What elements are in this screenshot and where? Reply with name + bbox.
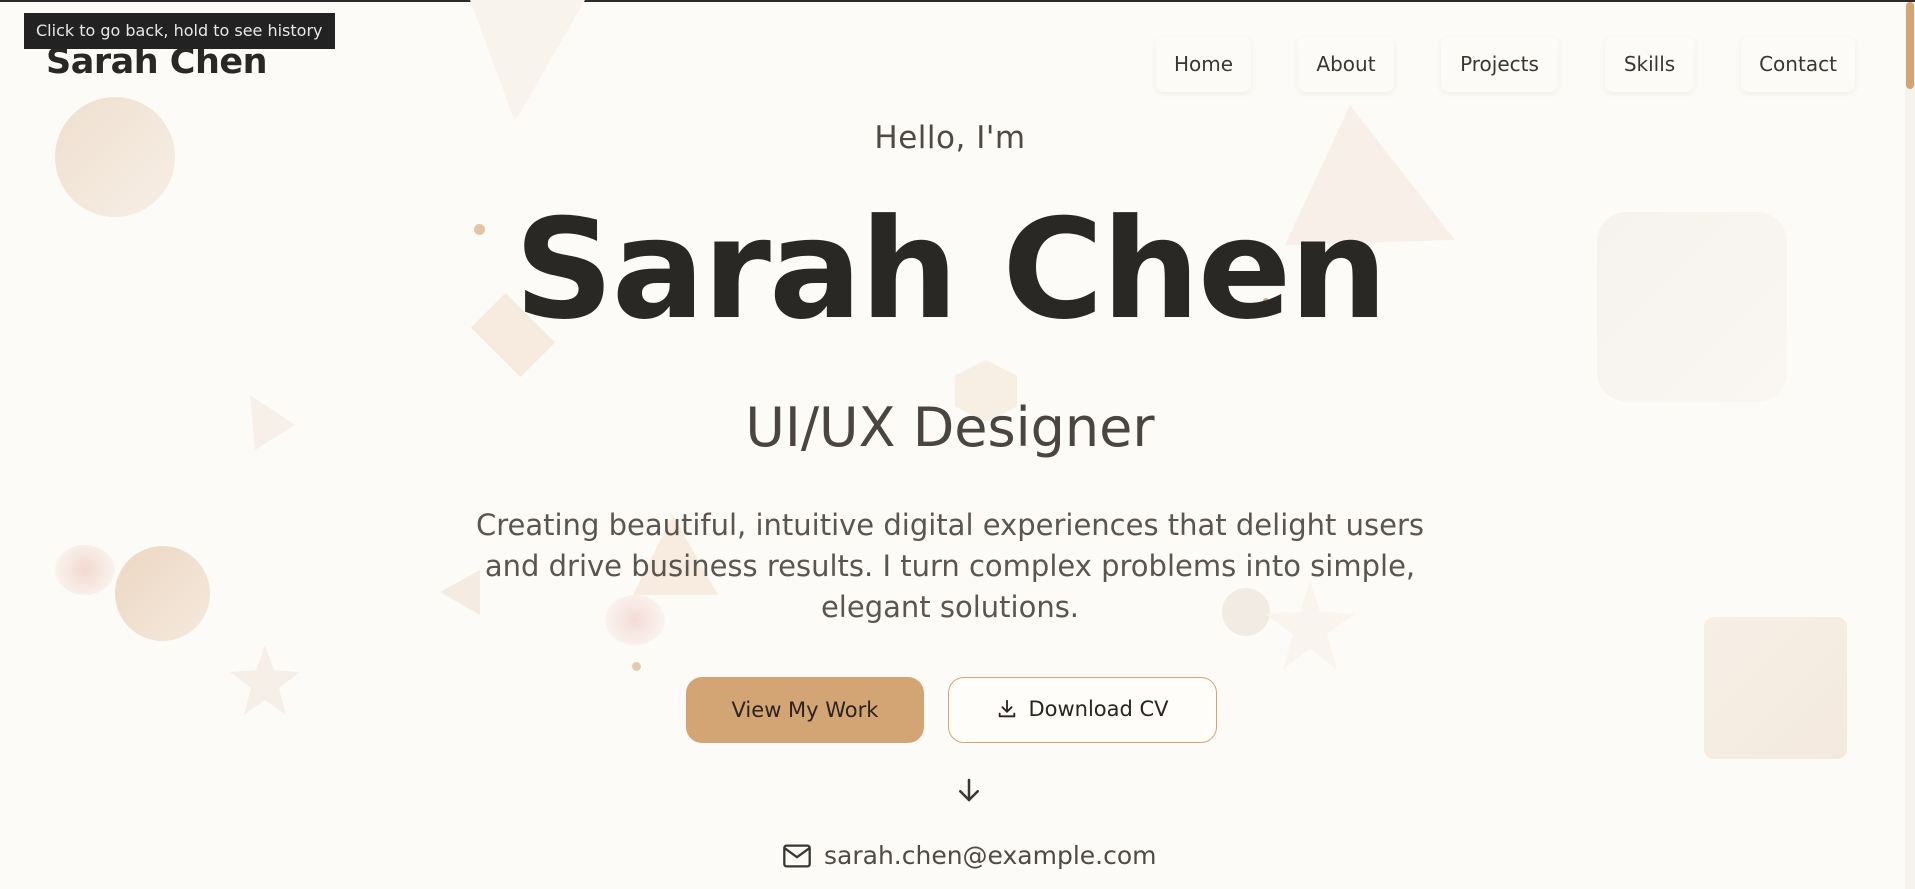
nav-about[interactable]: About bbox=[1298, 37, 1394, 92]
top-border bbox=[0, 0, 1915, 2]
nav-contact[interactable]: Contact bbox=[1741, 37, 1855, 92]
nav-skills[interactable]: Skills bbox=[1605, 37, 1694, 92]
decor-triangle bbox=[470, 0, 585, 122]
decor-rounded-square bbox=[1704, 617, 1847, 759]
decor-circle bbox=[115, 546, 210, 641]
download-cv-label: Download CV bbox=[1028, 697, 1169, 721]
hero-name: Sarah Chen bbox=[514, 189, 1387, 350]
decor-dot bbox=[632, 662, 641, 671]
hero-role: UI/UX Designer bbox=[745, 396, 1155, 459]
email-text: sarah.chen@example.com bbox=[824, 841, 1157, 870]
hero-description: Creating beautiful, intuitive digital ex… bbox=[475, 508, 1424, 624]
nav-projects[interactable]: Projects bbox=[1441, 37, 1558, 92]
scrollbar-track[interactable] bbox=[1905, 2, 1915, 889]
decor-star bbox=[230, 645, 300, 715]
email-link[interactable]: sarah.chen@example.com bbox=[782, 838, 1157, 874]
arrow-down-icon[interactable] bbox=[954, 774, 984, 806]
hero-greeting: Hello, I'm bbox=[874, 120, 1026, 156]
back-tooltip: Click to go back, hold to see history bbox=[24, 13, 335, 49]
decor-glow bbox=[55, 545, 115, 595]
nav-home[interactable]: Home bbox=[1156, 37, 1251, 92]
download-cv-button[interactable]: Download CV bbox=[948, 677, 1217, 743]
scrollbar-thumb[interactable] bbox=[1906, 2, 1914, 89]
mail-icon bbox=[783, 844, 811, 868]
view-my-work-button[interactable]: View My Work bbox=[686, 677, 924, 743]
download-icon bbox=[999, 699, 1016, 718]
